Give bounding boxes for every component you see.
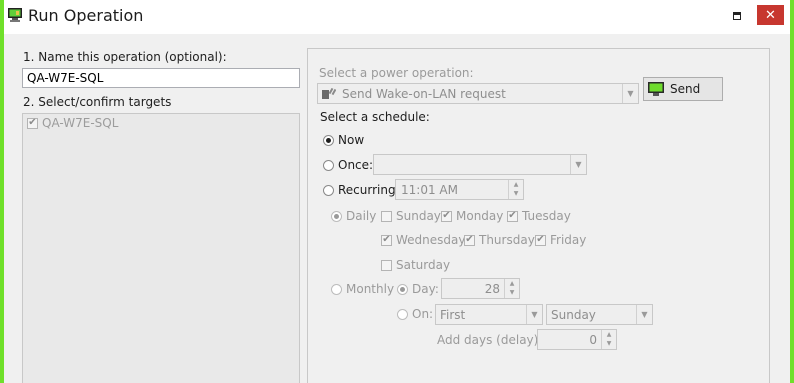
checkbox-saturday[interactable]: Saturday bbox=[381, 258, 450, 272]
on-weekday-value: Sunday bbox=[551, 307, 596, 322]
target-item[interactable]: QA-W7E-SQL bbox=[27, 116, 118, 130]
on-ordinal-value: First bbox=[440, 307, 466, 322]
radio-once-label: Once: bbox=[338, 158, 374, 172]
targets-list[interactable] bbox=[22, 113, 300, 383]
recurring-time-value: 11:01 AM bbox=[401, 182, 458, 197]
select-targets-label: 2. Select/confirm targets bbox=[23, 95, 172, 109]
wednesday-checkbox[interactable] bbox=[381, 234, 392, 246]
send-label: Send bbox=[670, 82, 701, 96]
checkbox-friday[interactable]: Friday bbox=[535, 233, 586, 247]
operation-name-input[interactable] bbox=[22, 68, 300, 88]
radio-on-label: On: bbox=[412, 307, 434, 321]
tuesday-checkbox[interactable] bbox=[507, 210, 518, 222]
checkbox-wednesday[interactable]: Wednesday bbox=[381, 233, 465, 247]
radio-recurring[interactable]: Recurring: bbox=[323, 183, 400, 197]
radio-on[interactable]: On: bbox=[397, 307, 433, 321]
day-spinner[interactable]: 28 ▲ ▼ bbox=[441, 278, 520, 299]
radio-once[interactable]: Once: bbox=[323, 158, 373, 172]
name-operation-label: 1. Name this operation (optional): bbox=[23, 50, 227, 64]
radio-on-button[interactable] bbox=[397, 308, 408, 320]
radio-daily[interactable]: Daily bbox=[331, 209, 376, 223]
chevron-down-icon: ▼ bbox=[636, 305, 652, 324]
tuesday-label: Tuesday bbox=[522, 209, 571, 223]
schedule-label: Select a schedule: bbox=[320, 110, 430, 124]
close-button[interactable]: ✕ bbox=[757, 5, 784, 25]
power-operation-value: Send Wake-on-LAN request bbox=[342, 86, 506, 101]
friday-label: Friday bbox=[550, 233, 587, 247]
spinner-arrows-icon[interactable]: ▲ ▼ bbox=[504, 279, 519, 298]
radio-daily-label: Daily bbox=[346, 209, 377, 223]
checkbox-tuesday[interactable]: Tuesday bbox=[507, 209, 571, 223]
radio-now-button[interactable] bbox=[323, 134, 334, 146]
sunday-checkbox[interactable] bbox=[381, 210, 392, 222]
maximize-icon bbox=[733, 12, 741, 20]
wednesday-label: Wednesday bbox=[396, 233, 466, 247]
app-icon bbox=[7, 7, 23, 23]
power-operation-label: Select a power operation: bbox=[319, 66, 474, 80]
window-title: Run Operation bbox=[28, 6, 144, 25]
saturday-label: Saturday bbox=[396, 258, 451, 272]
maximize-button[interactable] bbox=[731, 10, 743, 22]
radio-day-label: Day: bbox=[412, 282, 439, 296]
radio-now-label: Now bbox=[338, 133, 365, 147]
add-days-value: 0 bbox=[589, 332, 597, 347]
radio-day-button[interactable] bbox=[397, 283, 408, 295]
saturday-checkbox[interactable] bbox=[381, 259, 392, 271]
chevron-down-icon: ▼ bbox=[570, 155, 586, 174]
spinner-arrows-icon[interactable]: ▲ ▼ bbox=[508, 180, 523, 199]
once-date-dropdown[interactable]: ▼ bbox=[373, 154, 587, 175]
friday-checkbox[interactable] bbox=[535, 234, 546, 246]
radio-monthly-button[interactable] bbox=[331, 283, 342, 295]
radio-now[interactable]: Now bbox=[323, 133, 364, 147]
chevron-down-icon: ▼ bbox=[526, 305, 542, 324]
window-frame-right bbox=[790, 0, 794, 383]
radio-recurring-button[interactable] bbox=[323, 184, 334, 196]
target-label: QA-W7E-SQL bbox=[42, 116, 119, 130]
radio-monthly-label: Monthly bbox=[346, 282, 395, 296]
sunday-label: Sunday bbox=[396, 209, 441, 223]
radio-once-button[interactable] bbox=[323, 159, 334, 171]
recurring-time-spinner[interactable]: 11:01 AM ▲ ▼ bbox=[395, 179, 524, 200]
chevron-down-icon: ▼ bbox=[622, 84, 638, 103]
day-value: 28 bbox=[484, 281, 500, 296]
radio-recurring-label: Recurring: bbox=[338, 183, 400, 197]
wake-lan-icon bbox=[322, 87, 337, 100]
power-operation-dropdown[interactable]: Send Wake-on-LAN request ▼ bbox=[317, 83, 639, 104]
radio-daily-button[interactable] bbox=[331, 210, 342, 222]
target-checkbox[interactable] bbox=[27, 117, 38, 129]
checkbox-thursday[interactable]: Thursday bbox=[464, 233, 535, 247]
thursday-label: Thursday bbox=[479, 233, 535, 247]
add-days-label: Add days (delay): bbox=[437, 333, 543, 347]
radio-monthly[interactable]: Monthly bbox=[331, 282, 394, 296]
checkbox-monday[interactable]: Monday bbox=[441, 209, 503, 223]
monitor-icon bbox=[648, 82, 664, 96]
radio-day[interactable]: Day: bbox=[397, 282, 439, 296]
monday-label: Monday bbox=[456, 209, 504, 223]
spinner-arrows-icon[interactable]: ▲ ▼ bbox=[601, 330, 616, 349]
add-days-spinner[interactable]: 0 ▲ ▼ bbox=[537, 329, 617, 350]
monday-checkbox[interactable] bbox=[441, 210, 452, 222]
checkbox-sunday[interactable]: Sunday bbox=[381, 209, 441, 223]
send-button[interactable]: Send bbox=[643, 77, 723, 101]
on-ordinal-dropdown[interactable]: First ▼ bbox=[435, 304, 543, 325]
on-weekday-dropdown[interactable]: Sunday ▼ bbox=[546, 304, 653, 325]
thursday-checkbox[interactable] bbox=[464, 234, 475, 246]
